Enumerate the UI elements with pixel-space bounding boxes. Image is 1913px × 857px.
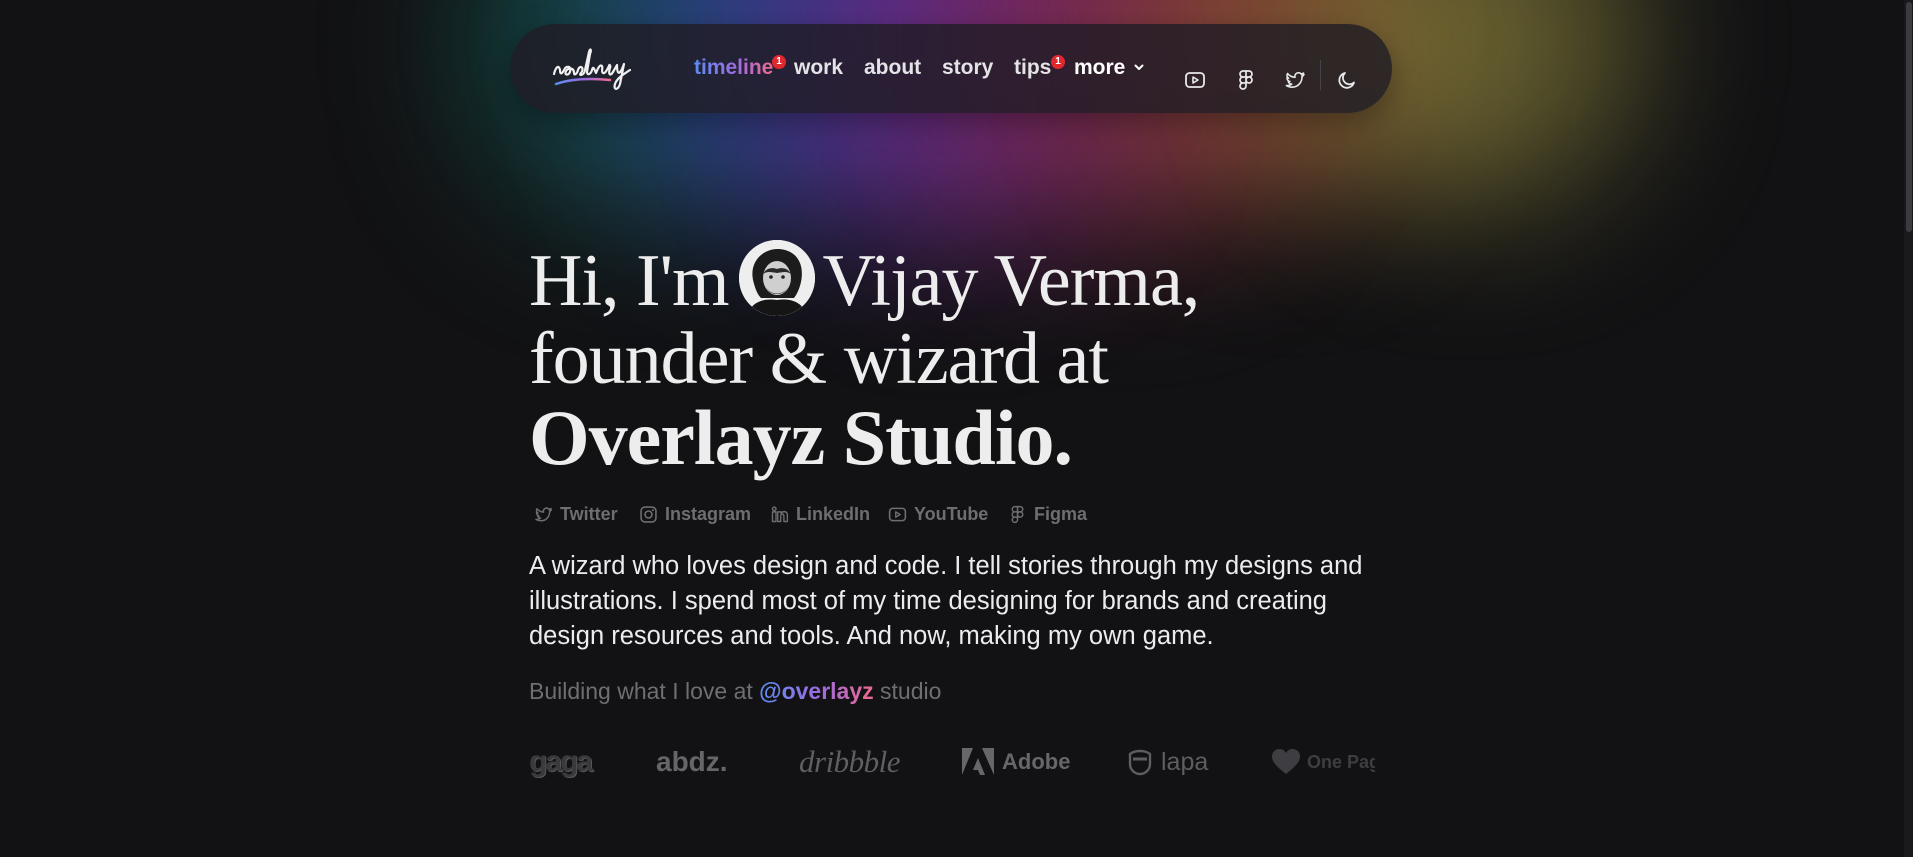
social-label-youtube: YouTube — [914, 503, 989, 524]
social-link-linkedin[interactable]: LinkedIn — [769, 501, 870, 527]
building-line: Building what I love at @overlayz studio — [529, 678, 941, 705]
scrollbar-thumb[interactable] — [1906, 2, 1912, 232]
youtube-icon[interactable] — [1183, 68, 1209, 94]
figma-icon — [1011, 505, 1024, 523]
social-link-twitter[interactable]: Twitter — [533, 501, 618, 527]
brand-logo-onepage: One Page — [1271, 740, 1375, 784]
site-logo[interactable] — [550, 44, 644, 96]
nav-link-about[interactable]: about — [864, 55, 921, 81]
social-label-instagram: Instagram — [665, 503, 752, 524]
nav-link-story[interactable]: story — [942, 55, 993, 81]
hero-studio-name: Overlayz Studio. — [529, 394, 1073, 481]
hero-line-1: Hi, I'm Vijay Verma, — [529, 240, 1329, 322]
brand-logos-strip: gaga abdz. dribbble Adobe lapa One Page — [529, 740, 1375, 784]
chevron-down-icon — [1134, 64, 1144, 70]
nav-divider — [1320, 60, 1321, 90]
heart-icon — [1272, 749, 1300, 774]
building-suffix: studio — [880, 678, 942, 704]
scrollbar-track[interactable] — [1904, 0, 1913, 857]
nav-more-dropdown[interactable]: more — [1074, 55, 1145, 81]
twitter-icon[interactable] — [1283, 68, 1309, 94]
brand-label-adobe: Adobe — [1002, 749, 1071, 774]
moon-icon[interactable] — [1335, 68, 1361, 94]
hero-greeting: Hi, I'm — [529, 240, 730, 322]
brand-logo-lapa: lapa — [1127, 740, 1208, 784]
overlayz-handle-link[interactable]: @overlayz — [759, 678, 873, 704]
hero-name: Vijay Verma, — [822, 240, 1201, 322]
brand-logo-adobe: Adobe — [962, 740, 1070, 784]
nav-link-tips[interactable]: tips — [1014, 55, 1051, 81]
tips-notification-badge: 1 — [1051, 55, 1065, 69]
hero-heading: Hi, I'm Vijay Verma, founder & wizard at… — [529, 240, 1329, 481]
social-link-instagram[interactable]: Instagram — [638, 501, 751, 527]
timeline-notification-badge: 1 — [772, 55, 786, 69]
twitter-icon — [535, 506, 553, 522]
figma-icon[interactable] — [1234, 68, 1260, 94]
instagram-icon — [640, 505, 657, 523]
avatar — [738, 240, 815, 316]
linkedin-icon — [771, 505, 789, 522]
social-label-twitter: Twitter — [560, 503, 618, 524]
brand-label-lapa: lapa — [1161, 747, 1209, 776]
nav-link-work[interactable]: work — [794, 55, 843, 81]
brand-logo-gaga: gaga — [529, 745, 593, 778]
nav-more-label: more — [1074, 56, 1126, 79]
social-label-linkedin: LinkedIn — [796, 503, 871, 524]
social-link-figma[interactable]: Figma — [1007, 501, 1087, 527]
nav-link-timeline[interactable]: timeline — [694, 55, 773, 81]
brand-logo-dribbble: dribbble — [799, 744, 901, 779]
hero-line-2: founder & wizard at — [529, 318, 1109, 400]
social-link-youtube[interactable]: YouTube — [887, 501, 988, 527]
top-navigation: timeline 1 work about story tips 1 more — [510, 24, 1392, 113]
brand-label-onepage: One Page — [1307, 751, 1375, 772]
youtube-icon — [888, 507, 907, 521]
bio-paragraph: A wizard who loves design and code. I te… — [529, 552, 1363, 650]
lapa-icon — [1128, 749, 1152, 776]
building-prefix: Building what I love at — [529, 678, 753, 704]
social-label-figma: Figma — [1034, 503, 1088, 524]
brand-logo-abdz: abdz. — [656, 746, 728, 777]
adobe-icon — [962, 748, 994, 775]
